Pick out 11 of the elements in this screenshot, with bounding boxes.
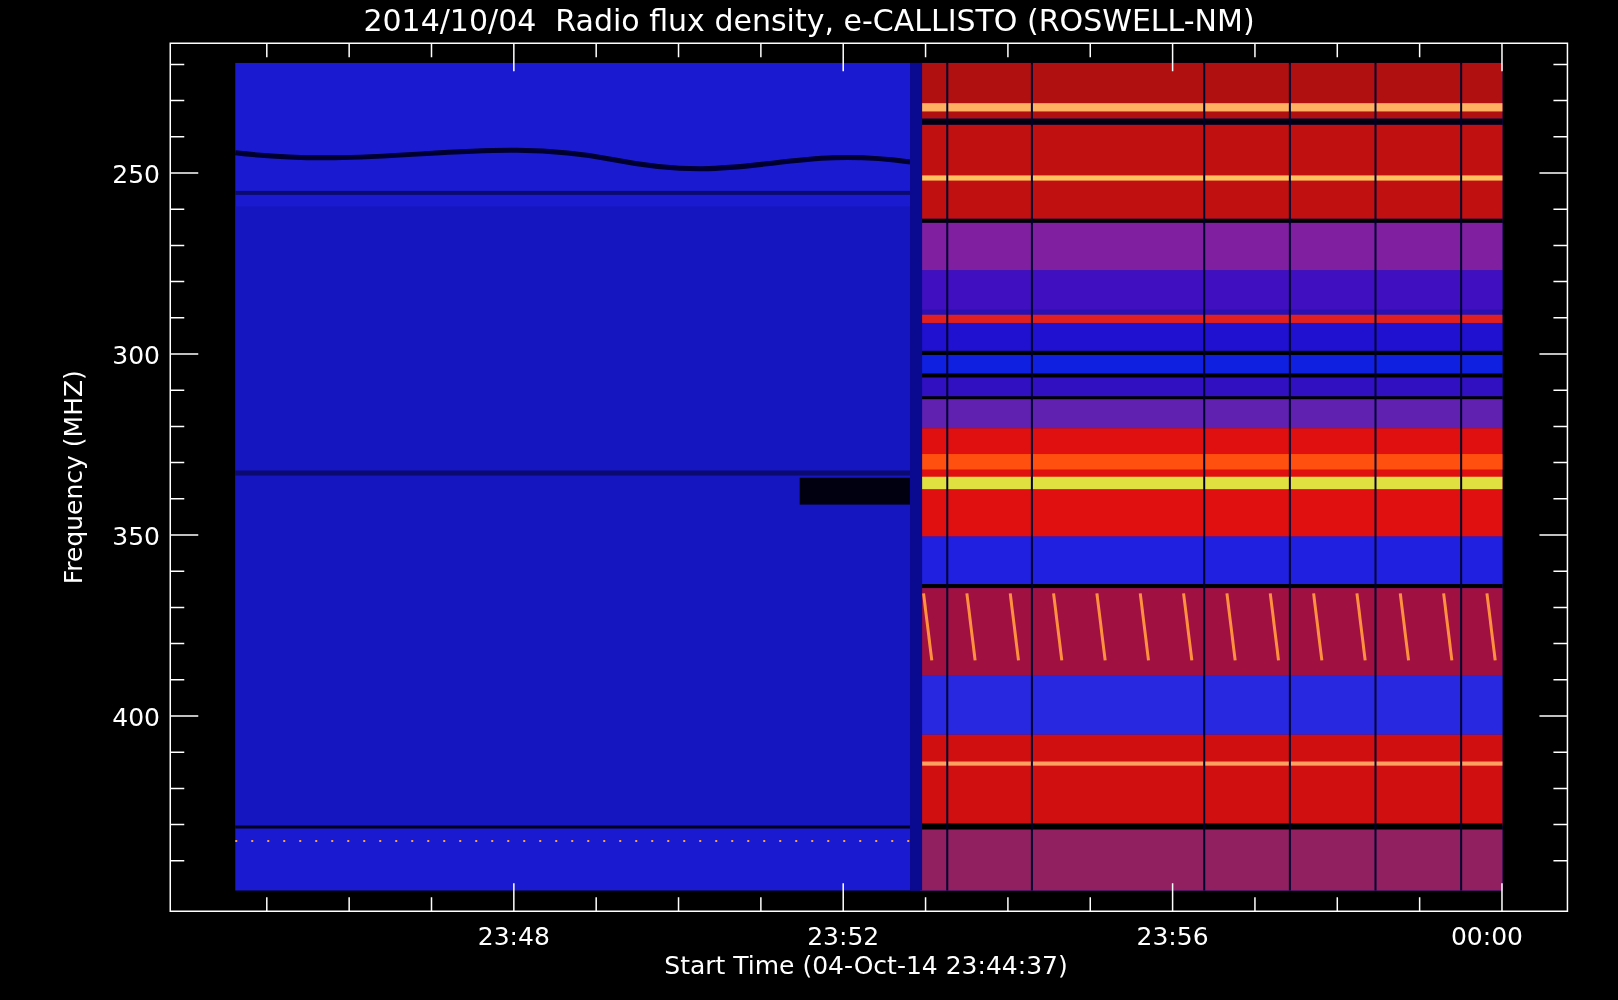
y-tick-label: 400 bbox=[112, 703, 160, 732]
plot-title: 2014/10/04 Radio flux density, e-CALLISTO (ROSWELL-NM) bbox=[363, 3, 1255, 38]
y-axis-label: Frequency (MHZ) bbox=[59, 370, 88, 585]
y-tick-label: 250 bbox=[112, 160, 160, 189]
x-axis-label: Start Time (04-Oct-14 23:44:37) bbox=[664, 951, 1068, 980]
x-tick-label: 23:56 bbox=[1136, 922, 1209, 951]
y-tick-label: 300 bbox=[112, 341, 160, 370]
x-tick-label: 23:52 bbox=[807, 922, 880, 951]
x-tick-label: 00:00 bbox=[1450, 922, 1523, 951]
y-tick-label: 350 bbox=[112, 522, 160, 551]
x-tick-label: 23:48 bbox=[477, 922, 550, 951]
